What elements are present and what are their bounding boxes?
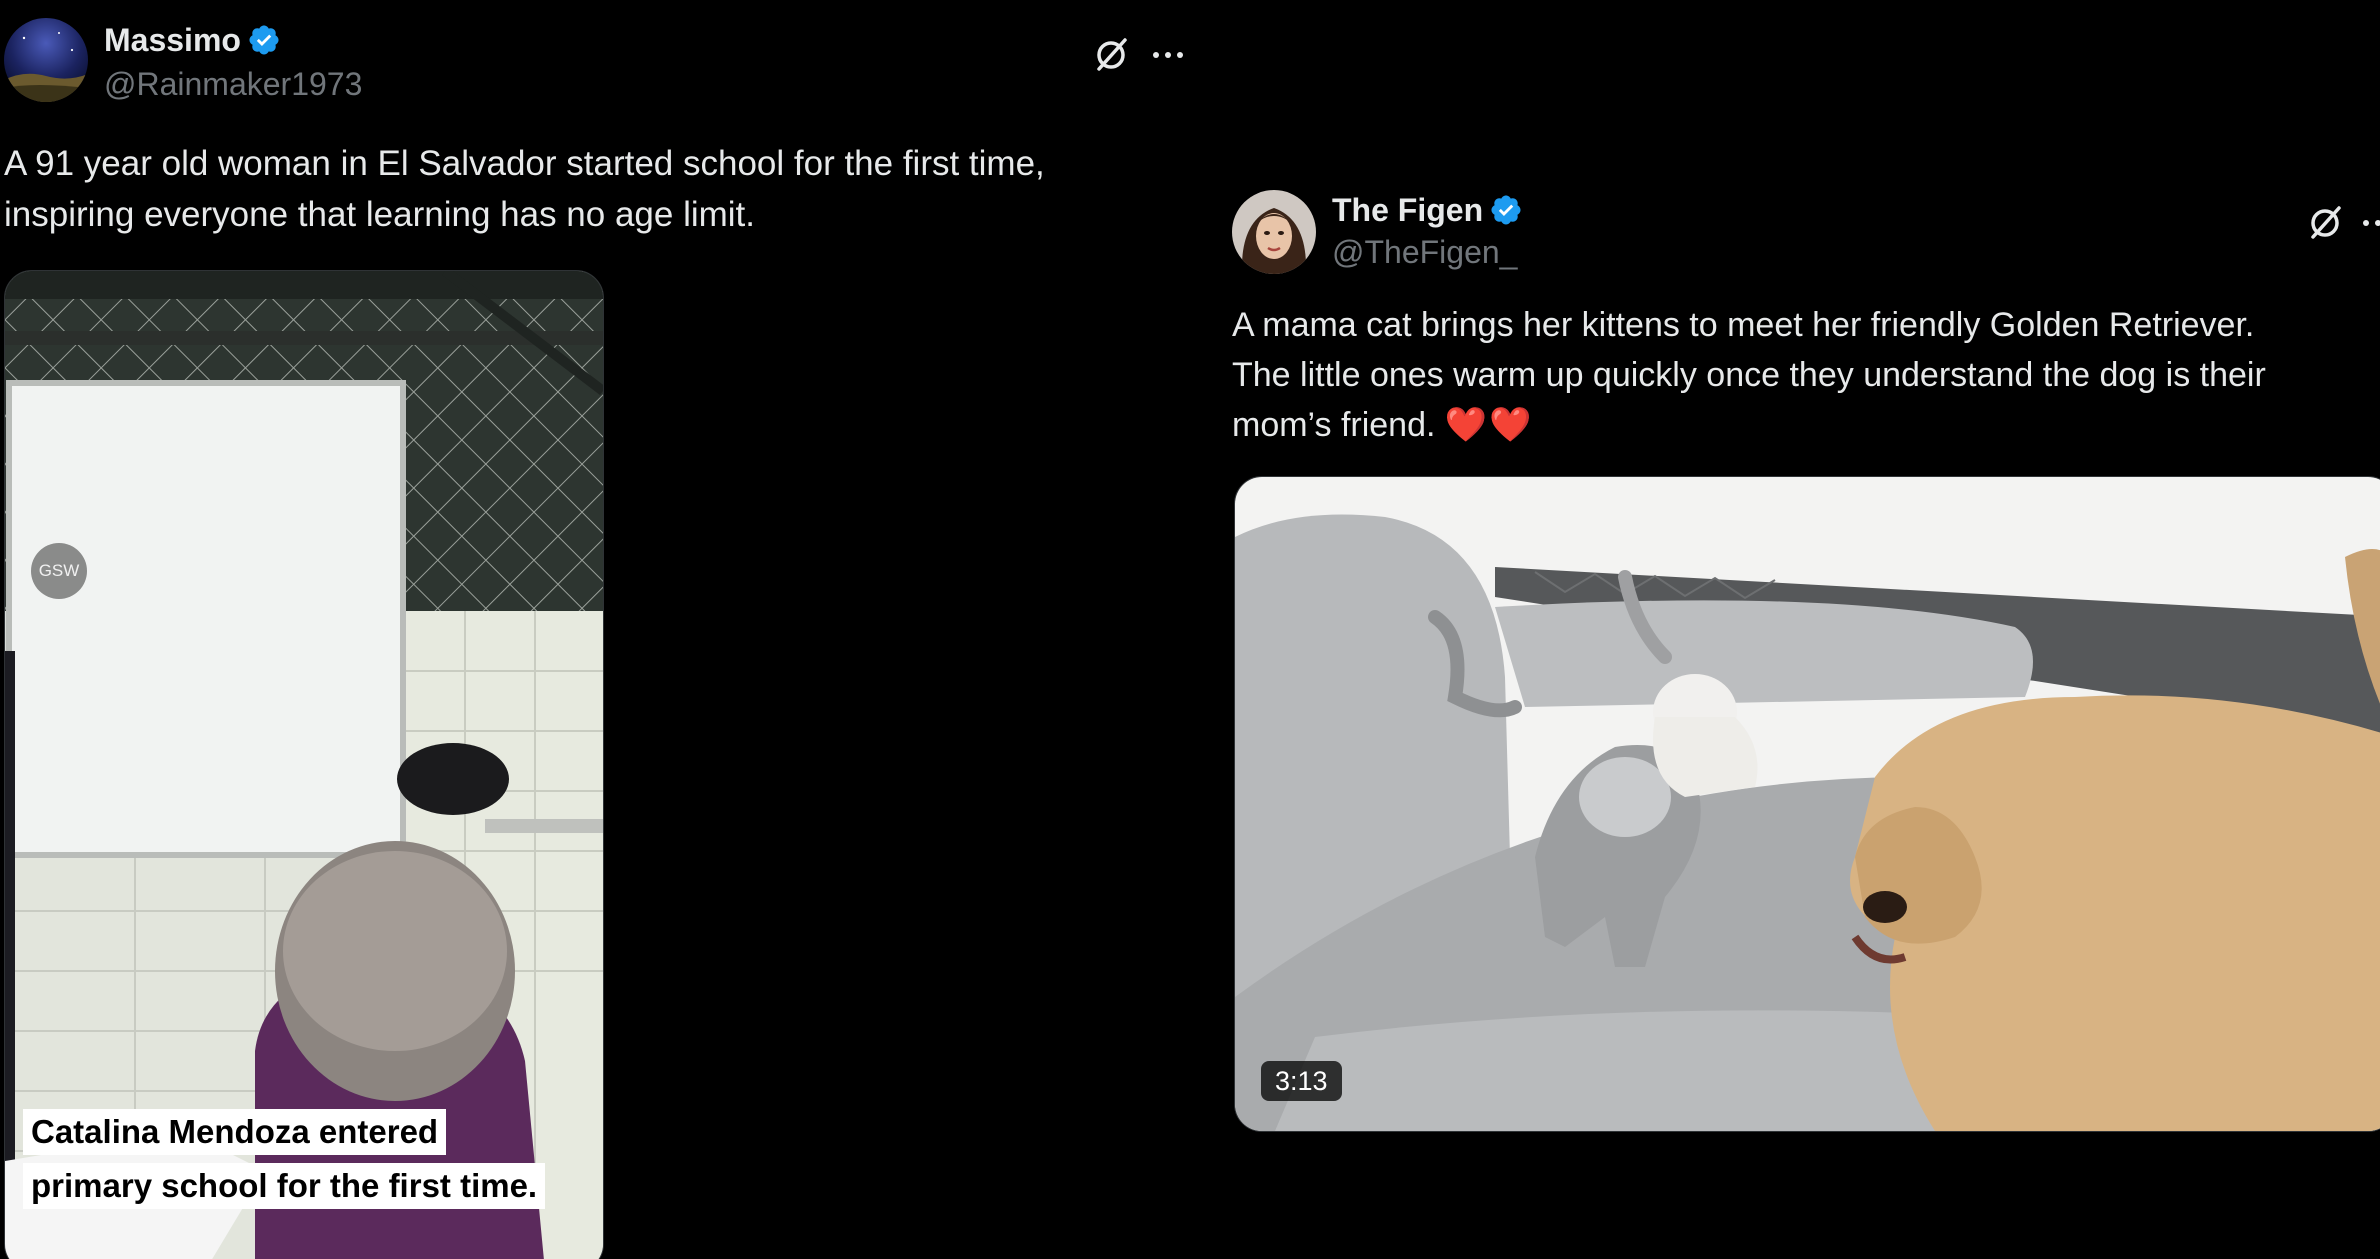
handle[interactable]: @TheFigen_ xyxy=(1332,232,1517,272)
grok-icon[interactable] xyxy=(2306,204,2344,242)
more-icon[interactable] xyxy=(1150,40,1186,70)
heart-emoji-icon: ❤️❤️ xyxy=(1444,406,1534,444)
tweet-thefigen[interactable]: The Figen @TheFigen_ A mama cat brings h… xyxy=(1200,0,2380,1259)
grok-icon[interactable] xyxy=(1092,36,1130,74)
tweet-text-line: A 91 year old woman in El Salvador start… xyxy=(4,144,1045,183)
avatar[interactable] xyxy=(1232,190,1316,274)
display-name-wrap[interactable]: The Figen xyxy=(1332,190,1523,230)
more-icon[interactable] xyxy=(2360,208,2380,238)
verified-badge-icon xyxy=(1491,195,1521,225)
verified-badge-icon xyxy=(249,25,279,55)
video-player[interactable]: 3:13 xyxy=(1234,476,2380,1132)
tweet-text: A 91 year old woman in El Salvador start… xyxy=(4,138,1045,240)
handle[interactable]: @Rainmaker1973 xyxy=(104,64,362,104)
timeline: Massimo @Rainmaker1973 A 91 year old wom… xyxy=(0,0,2380,1259)
tweet-text-line: mom’s friend. xyxy=(1232,406,1436,444)
video-frame xyxy=(1235,477,2380,1131)
tweet-text-line: A mama cat brings her kittens to meet he… xyxy=(1232,306,2255,344)
display-name-wrap[interactable]: Massimo xyxy=(104,20,281,60)
video-caption: Catalina Mendoza entered primary school … xyxy=(23,1109,546,1209)
watermark-badge: GSW xyxy=(31,543,87,599)
tweet-text-line: inspiring everyone that learning has no … xyxy=(4,195,755,234)
caption-line: primary school for the first time. xyxy=(23,1163,546,1209)
tweet-massimo[interactable]: Massimo @Rainmaker1973 A 91 year old wom… xyxy=(0,0,1200,1259)
watermark-text: GSW xyxy=(38,561,80,580)
display-name[interactable]: Massimo xyxy=(104,22,241,58)
tweet-text: A mama cat brings her kittens to meet he… xyxy=(1232,300,2266,450)
video-duration: 3:13 xyxy=(1261,1061,1342,1101)
avatar[interactable] xyxy=(4,18,88,102)
caption-line: Catalina Mendoza entered xyxy=(23,1109,447,1155)
tweet-text-line: The little ones warm up quickly once the… xyxy=(1232,356,2266,394)
tweet-text-line-3: mom’s friend. ❤️❤️ xyxy=(1232,400,2266,450)
display-name[interactable]: The Figen xyxy=(1332,192,1483,228)
video-player[interactable]: GSW Catalina Mendoza entered primary sch… xyxy=(4,270,604,1259)
